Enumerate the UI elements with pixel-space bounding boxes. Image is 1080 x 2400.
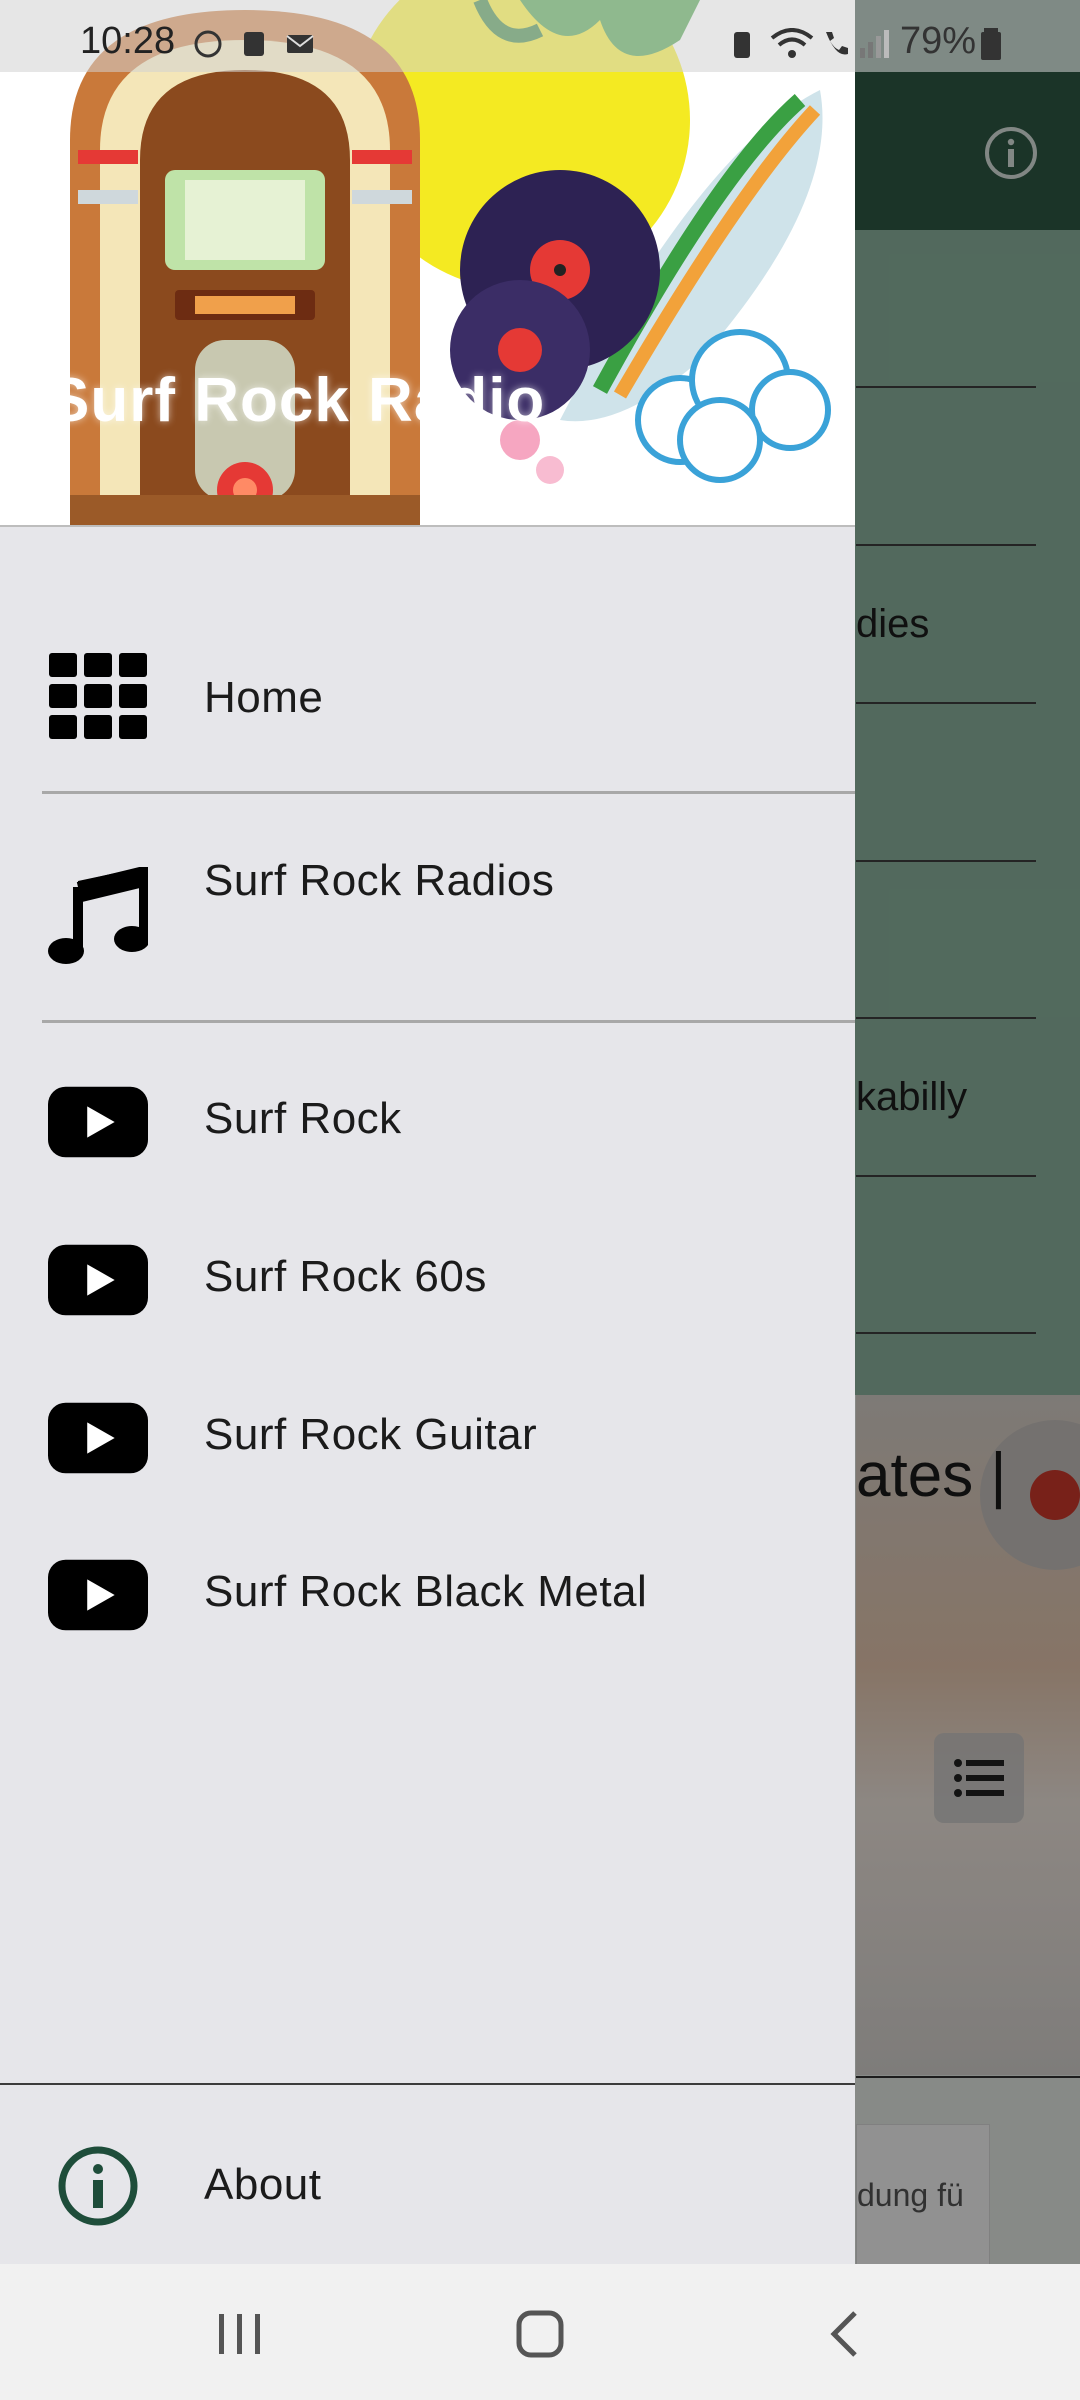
- recents-icon: [219, 2314, 260, 2354]
- battery-saver-icon: [734, 32, 750, 58]
- drawer-divider: [42, 791, 855, 794]
- youtube-icon: [48, 1398, 148, 1478]
- nav-item-label: Home: [204, 673, 324, 722]
- battery-icon: [981, 28, 1001, 60]
- nav-item-surf-rock-black-metal[interactable]: Surf Rock Black Metal: [0, 1543, 855, 1663]
- notification-icon: [244, 32, 264, 56]
- status-time: 10:28: [80, 20, 176, 62]
- drawer-header: Surf Rock Radio: [0, 0, 855, 527]
- back-icon: [830, 2311, 857, 2357]
- home-icon: [516, 2310, 564, 2358]
- recent-apps-button[interactable]: [200, 2294, 280, 2374]
- battery-percentage: 79%: [900, 20, 977, 62]
- nav-item-label: Surf Rock: [204, 1094, 402, 1143]
- whatsapp-icon: [194, 30, 222, 58]
- jukebox-illustration: [0, 0, 855, 525]
- nav-item-label: Surf Rock Radios: [204, 856, 555, 905]
- nav-item-label: Surf Rock Black Metal: [204, 1567, 648, 1616]
- youtube-icon: [48, 1555, 148, 1635]
- mail-icon: [286, 35, 314, 53]
- nav-item-label: About: [204, 2160, 322, 2209]
- drawer-divider: [0, 2083, 855, 2085]
- signal-icon: [860, 30, 889, 58]
- nav-item-surf-rock[interactable]: Surf Rock: [0, 1070, 855, 1190]
- back-button[interactable]: [804, 2294, 884, 2374]
- nav-item-label: Surf Rock 60s: [204, 1252, 487, 1301]
- wifi-icon: [770, 28, 814, 58]
- nav-item-home[interactable]: Home: [0, 636, 855, 756]
- nav-item-about[interactable]: About: [0, 2124, 855, 2248]
- nav-item-surf-rock-guitar[interactable]: Surf Rock Guitar: [0, 1386, 855, 1506]
- grid-icon: [48, 653, 148, 739]
- system-nav-bar: [0, 2264, 1080, 2400]
- nav-item-surf-rock-radios[interactable]: Surf Rock Radios: [0, 822, 855, 992]
- youtube-icon: [48, 1240, 148, 1320]
- navigation-drawer: Surf Rock Radio Home Surf Rock Radios Su…: [0, 0, 855, 2264]
- music-note-icon: [48, 852, 148, 982]
- youtube-icon: [48, 1082, 148, 1162]
- nav-item-surf-rock-60s[interactable]: Surf Rock 60s: [0, 1228, 855, 1348]
- status-bar: 10:28 79%: [0, 0, 1080, 72]
- drawer-header-title: Surf Rock Radio: [48, 366, 546, 435]
- nav-item-label: Surf Rock Guitar: [204, 1410, 538, 1459]
- drawer-divider: [42, 1020, 855, 1023]
- info-icon: [48, 2144, 148, 2228]
- wifi-calling-icon: [826, 32, 848, 55]
- home-button[interactable]: [500, 2294, 580, 2374]
